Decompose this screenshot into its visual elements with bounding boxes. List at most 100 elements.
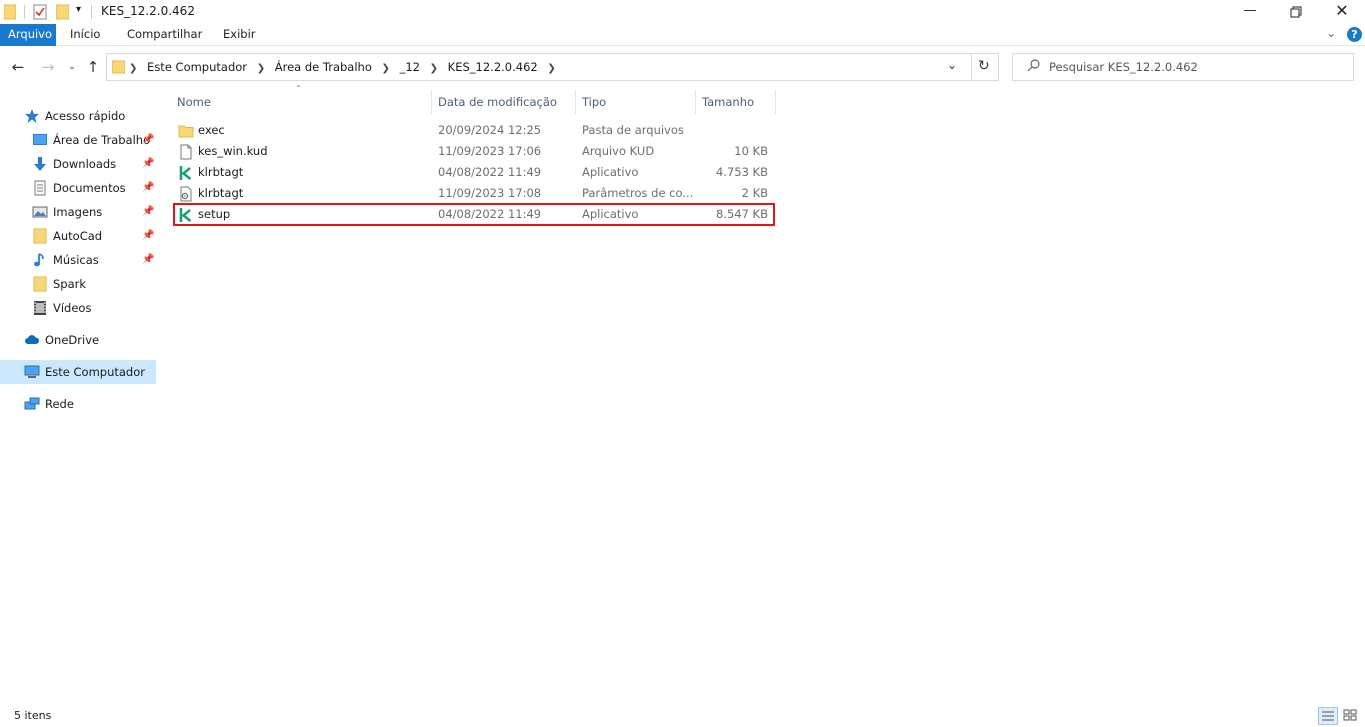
divider [24,5,25,19]
breadcrumb: ❯ Este Computador ❯ Área de Trabalho ❯ _… [129,54,556,80]
column-header-name[interactable]: Nome [171,90,432,114]
kaspersky-icon [178,165,194,181]
window-title: KES_12.2.0.462 [101,4,195,18]
ribbon-tabs: Arquivo Início Compartilhar Exibir ⌄ ? [0,24,1365,46]
computer-icon [24,364,40,380]
sidebar-item-label: Este Computador [45,365,145,379]
tab-inicio[interactable]: Início [62,24,108,46]
breadcrumb-item[interactable]: _12 [400,54,420,80]
recent-locations-icon[interactable]: ⌄ [62,57,82,77]
file-row[interactable]: exec 20/09/2024 12:25 Pasta de arquivos [170,120,776,141]
chevron-right-icon[interactable]: ❯ [430,56,438,82]
file-date: 04/08/2022 11:49 [438,165,542,179]
item-count: 5 itens [14,709,52,722]
back-icon[interactable]: ← [8,57,28,77]
sidebar-item-label: Área de Trabalho [53,133,151,147]
search-input[interactable] [1049,58,1339,76]
restore-button[interactable] [1273,0,1319,24]
file-size [688,120,768,141]
sidebar-item-music[interactable]: Músicas 📌 [0,249,156,271]
navigation-pane: Acesso rápido Área de Trabalho 📌 Downloa… [0,88,160,703]
breadcrumb-item[interactable]: KES_12.2.0.462 [448,54,538,80]
tab-compartilhar[interactable]: Compartilhar [119,24,210,46]
pictures-icon [32,204,48,220]
chevron-right-icon[interactable]: ❯ [129,56,137,82]
file-row[interactable]: klrbtagt 04/08/2022 11:49 Aplicativo 4.7… [170,162,776,183]
cloud-icon [24,332,40,348]
tab-arquivo[interactable]: Arquivo [0,24,56,46]
sidebar-item-videos[interactable]: Vídeos [0,297,156,319]
properties-icon[interactable] [33,4,47,23]
search-box[interactable] [1012,53,1354,81]
pin-icon: 📌 [142,134,155,145]
new-folder-icon[interactable] [55,4,70,23]
file-date: 11/09/2023 17:06 [438,144,542,158]
address-bar[interactable]: ❯ Este Computador ❯ Área de Trabalho ❯ _… [106,53,999,81]
highlight-box [173,203,775,226]
sidebar-item-documents[interactable]: Documentos 📌 [0,177,156,199]
sidebar-item-this-pc[interactable]: Este Computador [0,361,156,383]
sidebar-item-downloads[interactable]: Downloads 📌 [0,153,156,175]
help-icon[interactable]: ? [1347,27,1362,42]
sidebar-item-label: Documentos [53,181,126,195]
sidebar-item-desktop[interactable]: Área de Trabalho 📌 [0,129,156,151]
settings-file-icon [178,186,194,202]
sidebar-item-spark[interactable]: Spark [0,273,156,295]
chevron-right-icon[interactable]: ❯ [257,56,265,82]
divider [971,54,972,80]
file-row[interactable]: kes_win.kud 11/09/2023 17:06 Arquivo KUD… [170,141,776,162]
folder-icon [32,228,48,244]
sidebar-item-network[interactable]: Rede [0,393,156,415]
sidebar-item-label: Vídeos [53,301,92,315]
file-type: Arquivo KUD [582,144,655,158]
sidebar-item-quick-access[interactable]: Acesso rápido [0,105,156,127]
chevron-right-icon[interactable]: ❯ [547,56,555,82]
search-icon [1027,58,1041,77]
chevron-right-icon[interactable]: ❯ [382,56,390,82]
pin-icon: 📌 [142,230,155,241]
music-icon [32,252,48,268]
file-type: Pasta de arquivos [582,123,684,137]
videos-icon [32,300,48,316]
file-type: Aplicativo [582,165,639,179]
pin-icon: 📌 [142,182,155,193]
file-date: 11/09/2023 17:08 [438,186,542,200]
up-icon[interactable]: ↑ [83,57,103,77]
file-icon [178,144,194,160]
column-header-type[interactable]: Tipo [576,90,696,114]
refresh-icon[interactable]: ↻ [978,58,990,74]
sidebar-item-label: AutoCad [53,229,103,243]
tab-exibir[interactable]: Exibir [215,24,264,46]
folder-icon [32,276,48,292]
expand-ribbon-icon[interactable]: ⌄ [1326,26,1336,40]
sidebar-item-pictures[interactable]: Imagens 📌 [0,201,156,223]
pin-icon: 📌 [142,206,155,217]
navigation-bar: ← → ⌄ ↑ ❯ Este Computador ❯ Área de Trab… [0,46,1365,88]
close-button[interactable]: ✕ [1319,0,1365,24]
sidebar-item-label: Acesso rápido [45,109,126,123]
sidebar-item-onedrive[interactable]: OneDrive [0,329,156,351]
file-row[interactable]: klrbtagt 11/09/2023 17:08 Parâmetros de … [170,183,776,204]
details-view-icon[interactable] [1318,707,1338,725]
folder-icon [3,4,17,23]
breadcrumb-item[interactable]: Área de Trabalho [275,54,372,80]
file-type: Parâmetros de co... [582,186,694,200]
sidebar-item-label: Rede [45,397,74,411]
sidebar-item-autocad[interactable]: AutoCad 📌 [0,225,156,247]
sidebar-item-label: Imagens [53,205,103,219]
breadcrumb-item[interactable]: Este Computador [147,54,247,80]
customize-toolbar-icon[interactable]: ▾ [76,4,81,15]
forward-icon[interactable]: → [38,57,58,77]
address-dropdown-icon[interactable]: ⌄ [947,58,957,72]
file-size: 2 KB [741,186,768,200]
file-size: 10 KB [734,144,768,158]
sidebar-item-label: OneDrive [45,333,100,347]
column-header-date[interactable]: Data de modificação [432,90,576,114]
downloads-icon [32,156,48,172]
title-bar: ▾ KES_12.2.0.462 — ✕ [0,0,1365,24]
column-header-size[interactable]: Tamanho [696,90,776,114]
minimize-button[interactable]: — [1227,0,1273,24]
file-list: ˆ Nome Data de modificação Tipo Tamanho … [170,85,1365,703]
folder-icon [178,123,194,139]
large-icons-view-icon[interactable] [1341,707,1361,725]
